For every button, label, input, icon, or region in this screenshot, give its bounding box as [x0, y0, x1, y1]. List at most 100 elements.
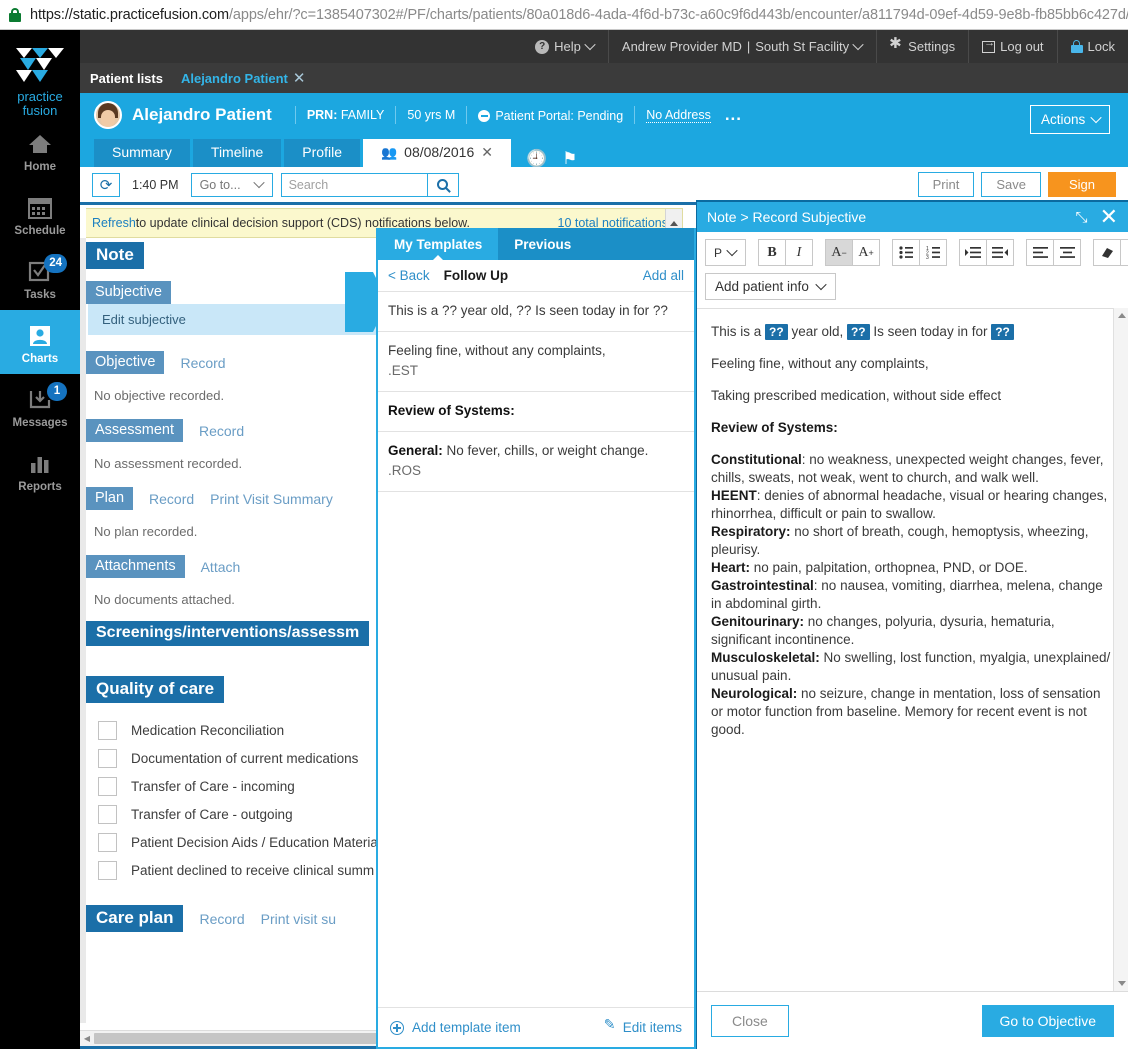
placeholder-token[interactable]: ??	[765, 324, 788, 340]
add-patient-info-dropdown[interactable]: Add patient info	[705, 273, 836, 300]
placeholder-token[interactable]: ??	[991, 324, 1014, 340]
add-all-link[interactable]: Add all	[643, 268, 684, 283]
tab-open-patient-label: Alejandro Patient	[180, 70, 288, 86]
cds-refresh-link[interactable]: Refresh	[92, 216, 136, 230]
checkbox[interactable]	[98, 721, 117, 740]
edit-items-group[interactable]: Edit items	[604, 1016, 682, 1035]
attach-link[interactable]: Attach	[201, 559, 241, 575]
tab-patient-lists[interactable]: Patient lists	[90, 71, 163, 86]
back-link[interactable]: < Back	[388, 268, 430, 283]
ros-item: HEENT: denies of abnormal headache, visu…	[711, 487, 1112, 523]
encounter-buttons: Print Save Sign	[917, 172, 1128, 197]
provider-facility-menu[interactable]: Andrew Provider MD | South St Facility	[607, 30, 876, 63]
placeholder-token[interactable]: ??	[846, 324, 870, 340]
close-icon[interactable]: ✕	[481, 144, 493, 161]
tab-summary[interactable]: Summary	[94, 139, 190, 167]
flag-icon[interactable]: ⚑	[562, 150, 577, 167]
checkbox[interactable]	[98, 749, 117, 768]
template-item[interactable]: This is a ?? year old, ?? Is seen today …	[378, 292, 694, 332]
sidebar-item-tasks[interactable]: 24 Tasks	[0, 246, 80, 310]
scroll-left-arrow-icon[interactable]: ◀	[80, 1034, 94, 1043]
divider	[466, 106, 468, 124]
editor-vertical-scrollbar[interactable]	[1113, 308, 1128, 991]
chevron-down-icon	[255, 180, 264, 189]
font-larger-button[interactable]: A +	[852, 239, 881, 266]
indent-icon[interactable]	[959, 239, 988, 266]
go-to-objective-button[interactable]: Go to Objective	[981, 1004, 1114, 1037]
template-item[interactable]: Review of Systems:	[378, 392, 694, 432]
search-button[interactable]	[426, 172, 459, 197]
ros-label: Constitutional	[711, 452, 802, 467]
print-button[interactable]: Print	[917, 172, 975, 197]
global-top-nav: ? Help Andrew Provider MD | South St Fac…	[0, 30, 1128, 63]
sidebar-label-reports: Reports	[18, 481, 62, 493]
actions-button[interactable]: Actions	[1030, 105, 1110, 134]
close-icon[interactable]: ✕	[293, 69, 306, 87]
quality-item-label: Documentation of current medications	[131, 751, 359, 766]
tab-encounter-date[interactable]: 👥 08/08/2016 ✕	[362, 139, 511, 167]
plan-record-link[interactable]: Record	[149, 491, 194, 507]
history-clock-icon[interactable]: 🕘	[526, 150, 547, 167]
tab-open-patient[interactable]: Alejandro Patient ✕	[181, 69, 306, 87]
resize-icon[interactable]: ⤡	[1076, 209, 1088, 226]
sidebar-item-home[interactable]: Home	[0, 118, 80, 182]
font-smaller-button[interactable]: A −	[825, 239, 854, 266]
tab-profile[interactable]: Profile	[284, 139, 360, 167]
tab-my-templates[interactable]: My Templates	[378, 228, 499, 261]
italic-button[interactable]: I	[785, 239, 814, 266]
checkbox[interactable]	[98, 777, 117, 796]
save-button[interactable]: Save	[981, 172, 1041, 197]
checkbox[interactable]	[98, 861, 117, 880]
list-group: 123	[892, 239, 948, 266]
bold-button[interactable]: B	[758, 239, 787, 266]
logout-button[interactable]: Log out	[968, 30, 1056, 63]
ros-item: Constitutional: no weakness, unexpected …	[711, 451, 1112, 487]
objective-record-link[interactable]: Record	[180, 355, 225, 371]
checkbox[interactable]	[98, 805, 117, 824]
objective-label: Objective	[86, 351, 165, 374]
template-item[interactable]: General: No fever, chills, or weight cha…	[378, 432, 694, 492]
refresh-button[interactable]: ⟳	[92, 172, 120, 197]
lock-button[interactable]: Lock	[1056, 30, 1128, 63]
patient-portal-status[interactable]: Patient Portal: Pending	[478, 108, 623, 123]
editor-content-area[interactable]: This is a ?? year old, ?? Is seen today …	[697, 308, 1128, 991]
careplan-record-link[interactable]: Record	[199, 911, 244, 927]
patient-address[interactable]: No Address	[646, 108, 711, 123]
align-left-icon[interactable]	[1026, 239, 1055, 266]
browser-url-bar[interactable]: https://static.practicefusion.com/apps/e…	[0, 0, 1128, 30]
print-visit-summary-link[interactable]: Print Visit Summary	[210, 491, 333, 507]
sidebar-item-messages[interactable]: 1 Messages	[0, 374, 80, 438]
scroll-down-arrow-icon[interactable]	[1114, 976, 1128, 991]
people-icon: 👥	[380, 145, 398, 160]
outdent-icon[interactable]	[986, 239, 1015, 266]
help-menu[interactable]: ? Help	[522, 30, 608, 63]
search-input[interactable]	[280, 172, 427, 197]
sidebar-item-charts[interactable]: Charts	[0, 310, 80, 374]
assessment-record-link[interactable]: Record	[199, 423, 244, 439]
template-item[interactable]: Feeling fine, without any complaints, .E…	[378, 332, 694, 392]
numbered-list-icon[interactable]: 123	[919, 239, 948, 266]
scroll-up-arrow-icon[interactable]	[1114, 308, 1128, 323]
close-button[interactable]: Close	[711, 1004, 789, 1037]
tab-previous[interactable]: Previous	[498, 228, 587, 260]
format-group	[1093, 239, 1128, 266]
more-options-icon[interactable]: ...	[725, 105, 742, 125]
add-template-item-link[interactable]: Add template item	[412, 1020, 521, 1035]
paragraph-style-dropdown[interactable]: P	[705, 239, 747, 266]
sidebar-item-schedule[interactable]: Schedule	[0, 182, 80, 246]
portal-status-label: Patient Portal: Pending	[495, 108, 624, 123]
checkbox[interactable]	[98, 833, 117, 852]
settings-button[interactable]: Settings	[876, 30, 968, 63]
sign-button[interactable]: Sign	[1047, 172, 1116, 197]
bullet-list-icon[interactable]	[892, 239, 921, 266]
align-center-icon[interactable]	[1053, 239, 1082, 266]
provider-name: Andrew Provider MD	[621, 39, 742, 54]
careplan-print-link[interactable]: Print visit su	[261, 911, 336, 927]
undo-icon[interactable]	[1120, 239, 1128, 266]
editor-line-3: Taking prescribed medication, without si…	[711, 388, 1002, 403]
eraser-icon[interactable]	[1093, 239, 1122, 266]
close-icon[interactable]: ✕	[1100, 206, 1118, 228]
tab-timeline[interactable]: Timeline	[192, 139, 282, 167]
sidebar-item-reports[interactable]: Reports	[0, 438, 80, 502]
goto-dropdown[interactable]: Go to...	[190, 172, 273, 197]
